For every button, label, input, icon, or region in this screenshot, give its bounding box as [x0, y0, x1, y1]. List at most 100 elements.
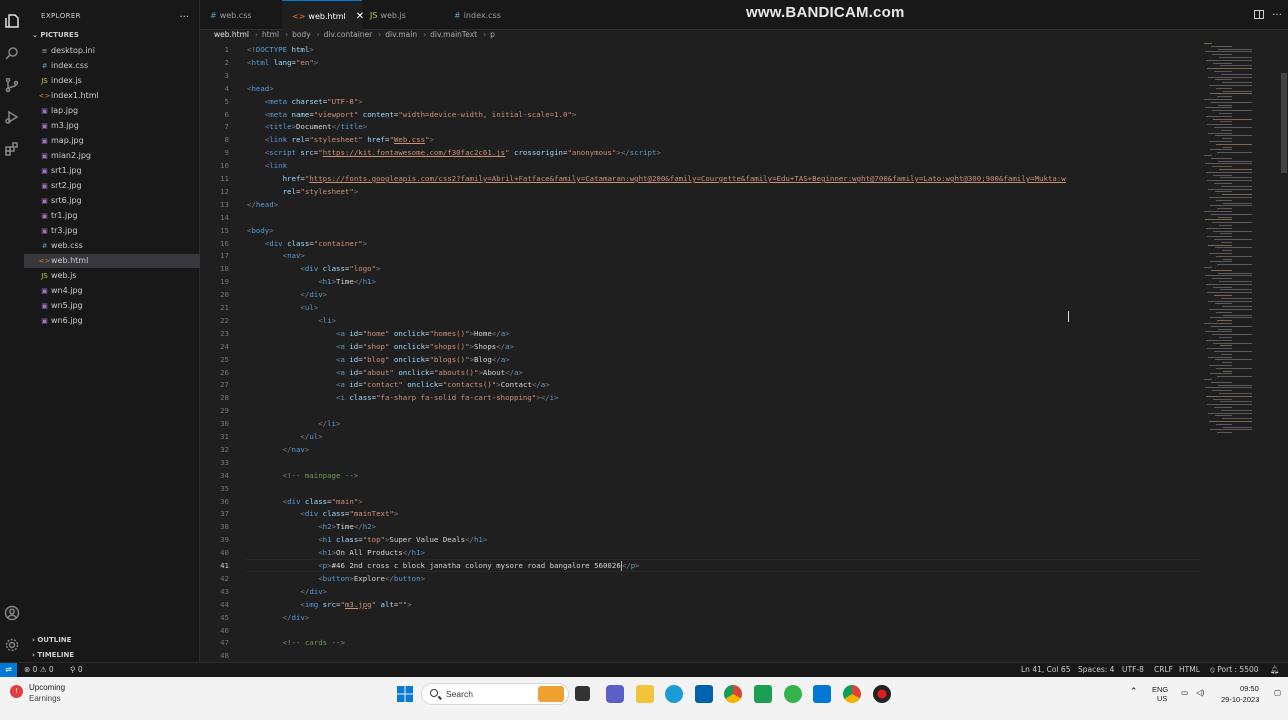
bandicam-record-icon[interactable] [873, 685, 891, 703]
code-line[interactable]: 37 <div class="mainText"> [200, 507, 1200, 520]
more-actions-icon[interactable]: … [1272, 7, 1282, 18]
code-editor[interactable]: 1 <!DOCTYPE html> 2 <html lang="en"> 3 4 <head… [200, 43, 1200, 662]
tab-web-css[interactable]: # web.css [200, 0, 280, 30]
code-line[interactable]: 24 <a id="shop" onclick="shops()">Shops<… [200, 340, 1200, 353]
file-item[interactable]: ≡ desktop.ini [24, 44, 200, 58]
file-item[interactable]: # web.css [24, 239, 200, 253]
file-item[interactable]: JS web.js [24, 269, 200, 283]
teams-chat-icon[interactable] [606, 685, 624, 703]
clock-time[interactable]: 09:50 [1240, 684, 1259, 693]
notification-center-icon[interactable]: ▢ [1274, 688, 1281, 697]
code-line[interactable]: 7 <title>Document</title> [200, 120, 1200, 133]
breadcrumb-item[interactable]: html [262, 30, 279, 39]
code-line[interactable]: 42 <button>Explore</button> [200, 572, 1200, 585]
account-icon[interactable] [3, 604, 21, 622]
breadcrumb-item[interactable]: div.mainText [430, 30, 477, 39]
file-item[interactable]: ▣ srt2.jpg [24, 179, 200, 193]
split-editor-icon[interactable] [1254, 10, 1264, 19]
vscode-icon[interactable] [813, 685, 831, 703]
code-line[interactable]: 4 <head> [200, 82, 1200, 95]
run-debug-icon[interactable] [3, 108, 21, 126]
chevron-up-icon[interactable]: ⌃ [1130, 686, 1138, 697]
code-line[interactable]: 34 <!-- mainpage --> [200, 469, 1200, 482]
breadcrumb-item[interactable]: body [292, 30, 311, 39]
tab-web-js[interactable]: JS web.js [360, 0, 440, 30]
folder-pictures[interactable]: ⌄ PICTURES [32, 31, 79, 39]
code-line[interactable]: 28 <i class="fa-sharp fa-solid fa-cart-s… [200, 391, 1200, 404]
windows-start-icon[interactable] [396, 685, 414, 703]
tab-web-html[interactable]: <> web.html ✕ [282, 0, 364, 30]
store-icon[interactable] [695, 685, 713, 703]
timeline-section[interactable]: › TIMELINE [32, 651, 74, 659]
file-item[interactable]: ▣ wn6.jpg [24, 314, 200, 328]
manage-gear-icon[interactable] [3, 636, 21, 654]
code-line[interactable]: 47 <!-- cards --> [200, 636, 1200, 649]
file-item[interactable]: ▣ mian2.jpg [24, 149, 200, 163]
breadcrumb-item[interactable]: p [490, 30, 495, 39]
code-line[interactable]: 23 <a id="home" onclick="homes()">Home</… [200, 327, 1200, 340]
code-line[interactable]: 46 [200, 624, 1200, 637]
minimap[interactable] [1200, 43, 1280, 443]
code-line[interactable]: 35 [200, 482, 1200, 495]
code-line[interactable]: 16 <div class="container"> [200, 237, 1200, 250]
ports-indicator[interactable]: ⚲ 0 [70, 663, 83, 677]
source-control-icon[interactable] [3, 76, 21, 94]
code-line[interactable]: 44 <img src="m3.jpg" alt=""> [200, 598, 1200, 611]
file-item[interactable]: ▣ lap.jpg [24, 104, 200, 118]
file-item[interactable]: JS index.js [24, 74, 200, 88]
code-line[interactable]: 41 <p>#46 2nd cross c block janatha colo… [200, 559, 1200, 572]
code-line[interactable]: 31 </ul> [200, 430, 1200, 443]
file-item[interactable]: ▣ wn5.jpg [24, 299, 200, 313]
code-line[interactable]: 6 <meta name="viewport" content="width=d… [200, 108, 1200, 121]
file-item[interactable]: ▣ m3.jpg [24, 119, 200, 133]
code-line[interactable]: 29 [200, 404, 1200, 417]
file-item[interactable]: ▣ map.jpg [24, 134, 200, 148]
explorer-more-button[interactable]: ... [179, 9, 189, 20]
code-line[interactable]: 25 <a id="blog" onclick="blogs()">Blog</… [200, 353, 1200, 366]
code-line[interactable]: 30 </li> [200, 417, 1200, 430]
code-line[interactable]: 8 <link rel="stylesheet" href="Web.css"> [200, 133, 1200, 146]
tab-index-css[interactable]: # index.css [444, 0, 524, 30]
volume-icon[interactable]: ◁) [1196, 688, 1204, 697]
remote-indicator-icon[interactable]: ⇌ [0, 663, 17, 677]
code-line[interactable]: 36 <div class="main"> [200, 495, 1200, 508]
network-icon[interactable]: ▭ [1181, 688, 1188, 697]
outline-section[interactable]: › OUTLINE [32, 636, 71, 644]
clock-date[interactable]: 29-10-2023 [1221, 695, 1259, 704]
code-line[interactable]: 18 <div class="logo"> [200, 262, 1200, 275]
code-line[interactable]: 1 <!DOCTYPE html> [200, 43, 1200, 56]
file-item[interactable]: ▣ srt1.jpg [24, 164, 200, 178]
code-line[interactable]: 20 </div> [200, 288, 1200, 301]
file-item[interactable]: <>index1.html [24, 89, 200, 103]
code-line[interactable]: 15 <body> [200, 224, 1200, 237]
code-line[interactable]: 48 [200, 649, 1200, 662]
code-line[interactable]: 19 <h1>Time</h1> [200, 275, 1200, 288]
problems-indicator[interactable]: ⊗ 0 ⚠ 0 [24, 663, 54, 677]
indentation[interactable]: Spaces: 4 [1078, 663, 1114, 677]
code-line[interactable]: 11 href="https://fonts.googleapis.com/cs… [200, 172, 1200, 185]
excel-like-icon[interactable] [754, 685, 772, 703]
language-indicator[interactable]: ENG US [1152, 685, 1168, 703]
task-view-icon[interactable] [575, 686, 590, 701]
code-line[interactable]: 27 <a id="contact" onclick="contacts()">… [200, 378, 1200, 391]
code-line[interactable]: 14 [200, 211, 1200, 224]
code-line[interactable]: 10 <link [200, 159, 1200, 172]
code-line[interactable]: 26 <a id="about" onclick="abouts()">Abou… [200, 366, 1200, 379]
edge-browser-icon[interactable] [665, 685, 683, 703]
code-line[interactable]: 32 </nav> [200, 443, 1200, 456]
file-item[interactable]: # index.css [24, 59, 200, 73]
chrome-icon[interactable] [724, 685, 742, 703]
cursor-position[interactable]: Ln 41, Col 65 [1021, 663, 1070, 677]
chrome-profile-icon[interactable] [843, 685, 861, 703]
code-line[interactable]: 2 <html lang="en"> [200, 56, 1200, 69]
live-server-port[interactable]: ⦸ Port : 5500 [1210, 663, 1259, 677]
file-item[interactable]: ▣ wn4.jpg [24, 284, 200, 298]
code-line[interactable]: 13 </head> [200, 198, 1200, 211]
search-icon[interactable] [3, 44, 21, 62]
code-line[interactable]: 3 [200, 69, 1200, 82]
encoding[interactable]: UTF-8 [1122, 663, 1144, 677]
code-line[interactable]: 5 <meta charset="UTF-8"> [200, 95, 1200, 108]
breadcrumb-item[interactable]: web.html [214, 30, 249, 39]
language-mode[interactable]: HTML [1179, 663, 1200, 677]
notifications-bell-icon[interactable]: 🔔︎ [1270, 663, 1280, 677]
